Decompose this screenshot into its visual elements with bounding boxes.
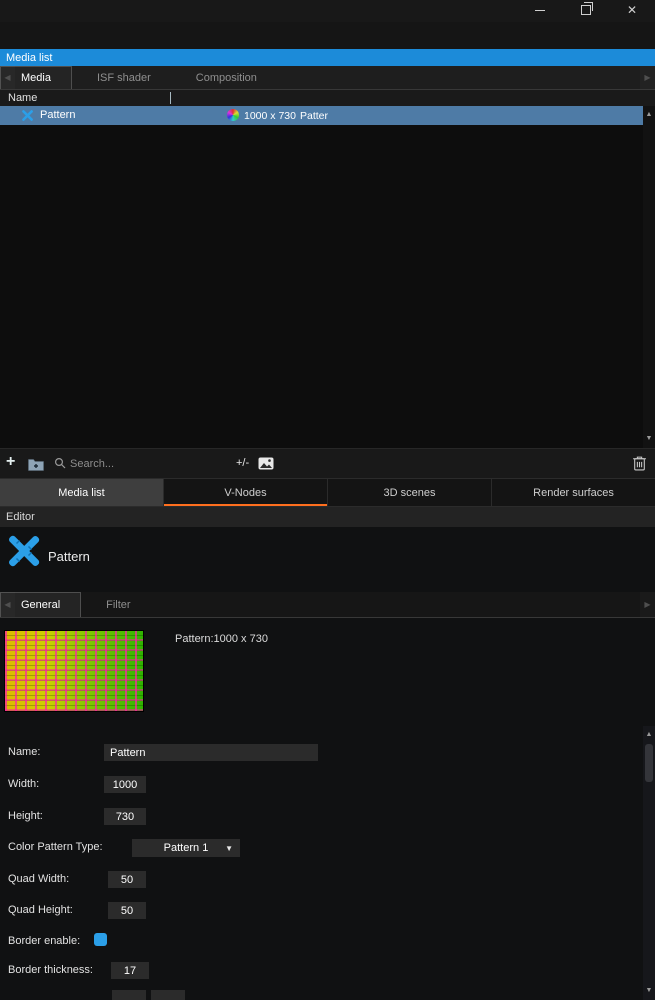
color-pattern-type-label: Color Pattern Type: [8,841,103,853]
pattern-item-icon [21,109,34,125]
preview-caption: Pattern:1000 x 730 [175,633,268,645]
name-input[interactable] [104,744,318,761]
scroll-down-icon[interactable]: ▼ [643,434,655,444]
color-pattern-type-dropdown[interactable]: Pattern 1 ▼ [132,839,240,857]
maximize-button[interactable] [563,0,609,20]
close-icon: ✕ [626,3,638,17]
tab-filter[interactable]: Filter [86,592,150,617]
row-type: Patter [300,110,329,122]
quad-width-input[interactable] [108,871,146,888]
media-toolbar: + +/- [0,448,655,478]
tab-v-nodes[interactable]: V-Nodes [164,479,328,506]
quad-width-label: Quad Width: [8,873,70,885]
editor-scrollbar[interactable]: ▲ ▼ [643,726,655,1000]
tab-composition[interactable]: Composition [176,66,277,89]
width-input[interactable] [104,776,146,793]
chevron-down-icon: ▼ [225,843,233,853]
panel-switch-tabs: Media list V-Nodes 3D scenes Render surf… [0,478,655,507]
add-folder-icon[interactable] [28,457,44,474]
minimize-button[interactable] [517,0,563,20]
tab-media-list[interactable]: Media list [0,479,164,506]
column-name-label: Name [8,92,38,104]
tab-isf-shader[interactable]: ISF shader [77,66,171,89]
editor-header-bar: Editor [0,507,655,527]
border-enable-checkbox[interactable] [94,933,107,946]
minimize-icon [535,9,545,11]
border-thickness-label: Border thickness: [8,964,93,976]
editor-title: Editor [6,511,35,523]
image-icon[interactable] [258,457,274,473]
plus-minus-button[interactable]: +/- [236,457,249,469]
height-input[interactable] [104,808,146,825]
quad-height-input[interactable] [108,902,146,919]
tabs-scroll-left-button[interactable]: ◀ [0,66,15,89]
scroll-up-icon[interactable]: ▲ [643,110,655,120]
border-enable-label: Border enable: [8,935,81,947]
name-label: Name: [8,746,41,758]
editor-item-title: Pattern [48,549,90,564]
editor-tabs-scroll-left-button[interactable]: ◀ [0,592,15,617]
partial-input[interactable] [112,990,146,1000]
media-list-header-bar: Media list [0,49,655,66]
pattern-icon [6,533,42,572]
list-scrollbar[interactable]: ▲ ▼ [643,106,655,448]
row-size: 1000 x 730 [244,110,296,122]
tab-3d-scenes[interactable]: 3D scenes [328,479,492,506]
width-label: Width: [8,778,40,790]
close-button[interactable]: ✕ [609,0,655,20]
quad-height-label: Quad Height: [8,904,73,916]
search-icon [54,457,66,472]
tab-render-surfaces[interactable]: Render surfaces [492,479,655,506]
left-arrow-icon: ◀ [4,600,11,609]
scroll-down-icon[interactable]: ▼ [643,986,655,996]
editor-tabstrip: ◀ General Filter ▶ [0,592,655,618]
media-list-title: Media list [6,51,53,64]
search-input[interactable] [68,455,222,473]
add-media-button[interactable]: + [6,454,15,470]
partial-input[interactable] [151,990,185,1000]
right-arrow-icon: ▶ [644,73,651,82]
titlebar: ✕ [0,0,655,22]
left-arrow-icon: ◀ [4,73,11,82]
media-list: Pattern 1000 x 730 Patter ▲ ▼ [0,106,655,448]
tabs-scroll-right-button[interactable]: ▶ [640,66,655,89]
row-name: Pattern [40,109,76,121]
editor-tabs-scroll-right-button[interactable]: ▶ [640,592,655,617]
border-thickness-input[interactable] [111,962,149,979]
list-column-header: Name [0,90,655,106]
media-list-row-pattern[interactable]: Pattern 1000 x 730 Patter [0,106,643,125]
media-tabstrip: ◀ Media ISF shader Composition ▶ [0,66,655,90]
restore-icon [581,2,593,15]
trash-icon[interactable] [632,455,647,474]
scrollbar-thumb[interactable] [645,744,653,782]
right-arrow-icon: ▶ [644,600,651,609]
column-resize-handle[interactable] [170,92,171,104]
pattern-preview [4,630,144,712]
height-label: Height: [8,810,43,822]
dropdown-value: Pattern 1 [163,842,209,854]
color-wheel-icon [227,109,239,121]
scroll-up-icon[interactable]: ▲ [643,730,655,740]
app-window: ✕ Media list ◀ Media ISF shader Composit… [0,0,655,1000]
